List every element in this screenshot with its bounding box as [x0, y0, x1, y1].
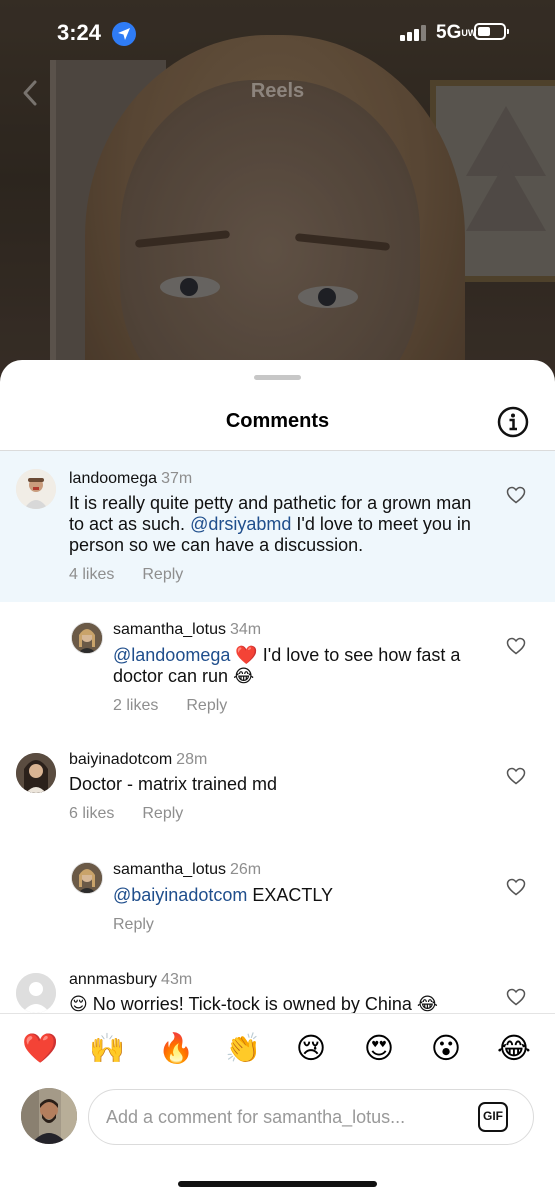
- like-heart-icon[interactable]: [506, 637, 526, 655]
- status-bar: 3:24 5GUW: [0, 0, 555, 66]
- mention-link[interactable]: @landoomega: [113, 645, 230, 665]
- mention-link[interactable]: @drsiyabmd: [190, 514, 291, 534]
- reels-title: Reels: [250, 80, 305, 102]
- emoji-fire[interactable]: 🔥: [154, 1028, 198, 1068]
- emoji-raised-hands[interactable]: 🙌: [85, 1028, 129, 1068]
- comment-username[interactable]: baiyinadotcom 28m: [69, 751, 207, 769]
- reply-item: samantha_lotus 26m @baiyinadotcom EXACTLY…: [0, 842, 555, 952]
- comment-text: @landoomega ❤️ I'd love to see how fast …: [113, 645, 461, 686]
- likes-count[interactable]: 4 likes: [69, 566, 114, 583]
- emoji-crying[interactable]: 😢: [289, 1028, 333, 1068]
- comment-list[interactable]: landoomega 37m It is really quite petty a…: [0, 451, 555, 1013]
- sheet-title: Comments: [225, 410, 330, 432]
- battery-icon: [474, 23, 509, 40]
- comment-text: 😌 No worries! Tick-tock is owned by Chin…: [69, 994, 438, 1013]
- comment-username[interactable]: landoomega 37m: [69, 470, 192, 488]
- comment-item: landoomega 37m It is really quite petty a…: [0, 451, 555, 602]
- comment-item: baiyinadotcom 28m Doctor - matrix trained…: [0, 732, 555, 842]
- avatar[interactable]: [71, 862, 103, 894]
- like-heart-icon[interactable]: [506, 486, 526, 504]
- comment-meta: 4 likes Reply: [69, 566, 183, 584]
- user-avatar[interactable]: [21, 1088, 77, 1144]
- comment-username[interactable]: samantha_lotus 26m: [113, 861, 261, 879]
- emoji-surprised[interactable]: 😮: [424, 1028, 468, 1068]
- like-heart-icon[interactable]: [506, 988, 526, 1006]
- comment-meta: 2 likes Reply: [113, 697, 227, 715]
- likes-count[interactable]: 2 likes: [113, 697, 158, 714]
- reply-button[interactable]: Reply: [186, 697, 227, 714]
- network-label: 5GUW: [436, 22, 477, 43]
- composer-divider: [0, 1013, 555, 1014]
- like-heart-icon[interactable]: [506, 767, 526, 785]
- avatar[interactable]: [16, 973, 56, 1013]
- location-arrow-icon: [112, 22, 136, 46]
- reply-item: samantha_lotus 34m @landoomega ❤️ I'd lov…: [0, 602, 555, 732]
- emoji-laughing[interactable]: 😂: [492, 1028, 536, 1068]
- like-heart-icon[interactable]: [506, 878, 526, 896]
- avatar[interactable]: [71, 622, 103, 654]
- comment-input[interactable]: Add a comment for samantha_lotus...: [88, 1089, 534, 1145]
- emoji-heart-eyes[interactable]: 😍: [357, 1028, 401, 1068]
- emoji-clapping[interactable]: 👏: [221, 1028, 265, 1068]
- comment-meta: 6 likes Reply: [69, 805, 183, 823]
- comment-text: It is really quite petty and pathetic fo…: [69, 493, 472, 555]
- reply-button[interactable]: Reply: [142, 566, 183, 583]
- comment-username[interactable]: samantha_lotus 34m: [113, 621, 261, 639]
- avatar[interactable]: [16, 469, 56, 509]
- comments-sheet: Comments landoomega 37m It is really qui…: [0, 360, 555, 1200]
- sheet-grabber[interactable]: [254, 375, 301, 380]
- comment-text: Doctor - matrix trained md: [69, 774, 278, 794]
- status-time: 3:24: [57, 20, 102, 45]
- comment-meta: Reply: [113, 916, 154, 934]
- comment-username[interactable]: annmasbury 43m: [69, 971, 192, 989]
- likes-count[interactable]: 6 likes: [69, 805, 114, 822]
- comment-item: annmasbury 43m 😌 No worries! Tick-tock is…: [0, 952, 555, 1013]
- info-icon[interactable]: [497, 406, 529, 438]
- mention-link[interactable]: @baiyinadotcom: [113, 885, 247, 905]
- cellular-signal-icon: [400, 25, 426, 41]
- avatar[interactable]: [16, 753, 56, 793]
- reply-button[interactable]: Reply: [142, 805, 183, 822]
- home-indicator: [178, 1181, 377, 1187]
- reply-button[interactable]: Reply: [113, 916, 154, 933]
- comment-text: @baiyinadotcom EXACTLY: [113, 885, 334, 905]
- emoji-quick-bar: ❤️ 🙌 🔥 👏 😢 😍 😮 😂: [0, 1028, 555, 1068]
- emoji-heart[interactable]: ❤️: [18, 1028, 62, 1068]
- gif-button[interactable]: GIF: [478, 1102, 508, 1132]
